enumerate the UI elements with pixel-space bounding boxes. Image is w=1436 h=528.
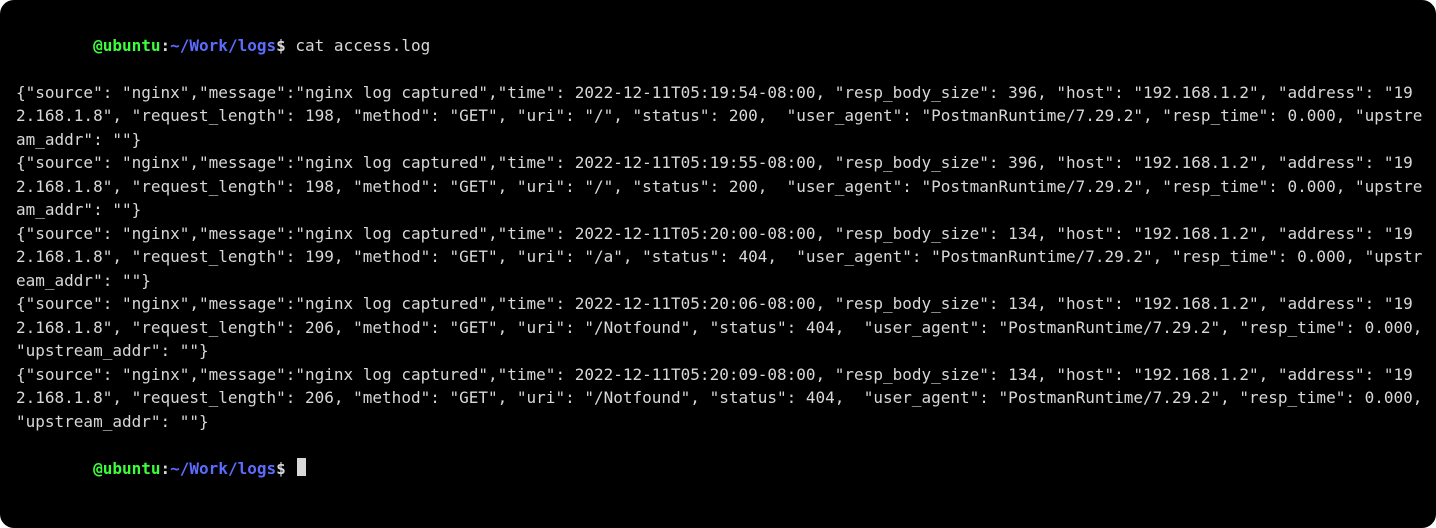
log-line: {"source": "nginx","message":"nginx log … [16,222,1424,293]
prompt-line-1: user@ubuntu:~/Work/logs$ cat access.log [16,10,1424,81]
command-text: cat access.log [295,36,430,55]
log-line: {"source": "nginx","message":"nginx log … [16,81,1424,152]
prompt-line-2[interactable]: user@ubuntu:~/Work/logs$ [16,433,1424,504]
prompt-dollar: $ [276,459,286,478]
log-line: {"source": "nginx","message":"nginx log … [16,292,1424,363]
prompt-at: @ [93,36,103,55]
prompt-hidden-user: user [55,459,94,478]
prompt-host: ubuntu [103,459,161,478]
prompt-hidden-user: user [55,36,94,55]
prompt-colon: : [161,459,171,478]
prompt-at: @ [93,459,103,478]
prompt-host: ubuntu [103,36,161,55]
terminal-window[interactable]: user@ubuntu:~/Work/logs$ cat access.log … [0,0,1436,528]
prompt-dollar: $ [276,36,286,55]
cursor-icon [297,458,306,476]
log-line: {"source": "nginx","message":"nginx log … [16,363,1424,434]
prompt-colon: : [161,36,171,55]
prompt-path: ~/Work/logs [170,36,276,55]
prompt-path: ~/Work/logs [170,459,276,478]
log-line: {"source": "nginx","message":"nginx log … [16,151,1424,222]
